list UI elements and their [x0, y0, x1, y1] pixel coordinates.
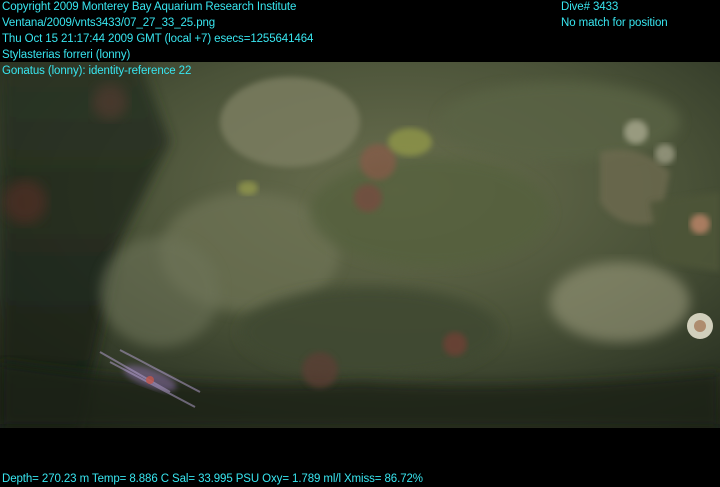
annotation-species-2: Gonatus (lonny): identity-reference 22	[2, 65, 192, 77]
copyright-text: Copyright 2009 Monterey Bay Aquarium Res…	[2, 1, 297, 13]
dive-number: Dive# 3433	[561, 1, 619, 13]
file-path-text: Ventana/2009/vnts3433/07_27_33_25.png	[2, 17, 216, 29]
underwater-rock-scene	[0, 62, 720, 428]
timestamp-text: Thu Oct 15 21:17:44 2009 GMT (local +7) …	[2, 33, 314, 45]
annotation-species-1: Stylasterias forreri (lonny)	[2, 49, 131, 61]
telemetry-readout: Depth= 270.23 m Temp= 8.886 C Sal= 33.99…	[2, 473, 423, 485]
video-frame: Copyright 2009 Monterey Bay Aquarium Res…	[0, 0, 720, 486]
position-status: No match for position	[561, 17, 668, 29]
seafloor-image	[0, 62, 720, 428]
